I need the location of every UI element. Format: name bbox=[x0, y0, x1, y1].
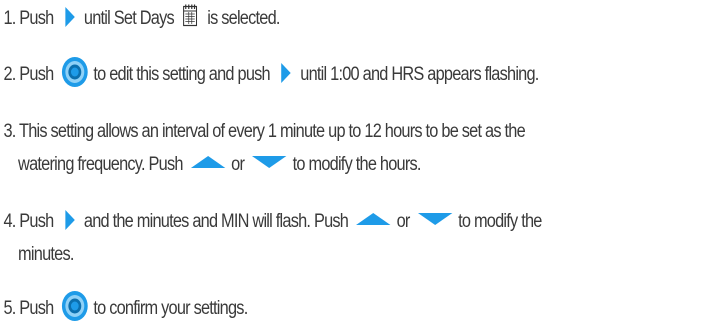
step-text: This setting allows an interval of every… bbox=[19, 121, 526, 142]
step-number: 2. bbox=[3, 64, 16, 85]
step-text: to edit this setting and push bbox=[93, 64, 270, 85]
step-text: is selected. bbox=[207, 8, 280, 29]
step-text: until 1:00 and HRS appears flashing. bbox=[300, 64, 539, 85]
step-text: minutes. bbox=[18, 244, 74, 265]
down-arrow-icon bbox=[251, 155, 287, 169]
step-1: 1. Push until Set Days is selected. bbox=[3, 2, 280, 35]
down-arrow-icon bbox=[417, 212, 453, 226]
right-arrow-icon bbox=[279, 62, 293, 84]
calendar-icon bbox=[181, 3, 198, 27]
dial-button-icon bbox=[61, 290, 89, 322]
step-text: watering frequency. Push bbox=[18, 154, 183, 175]
right-arrow-icon bbox=[62, 209, 76, 231]
step-3-line-2: watering frequency. Push or to modify th… bbox=[3, 148, 524, 181]
step-number: 3. bbox=[3, 121, 16, 142]
step-text: Push bbox=[19, 8, 54, 29]
step-text: Push bbox=[19, 298, 54, 319]
up-arrow-icon bbox=[355, 212, 391, 226]
up-arrow-icon bbox=[190, 155, 226, 169]
step-text: until Set Days bbox=[83, 8, 175, 29]
dial-button-icon bbox=[61, 56, 89, 88]
step-3: 3. This setting allows an interval of ev… bbox=[3, 115, 526, 181]
step-4: 4. Push and the minutes and MIN will fla… bbox=[3, 205, 542, 271]
step-text: to modify the hours. bbox=[292, 154, 422, 175]
step-text: Push bbox=[19, 211, 54, 232]
step-number: 1. bbox=[3, 8, 16, 29]
step-text: to modify the bbox=[458, 211, 542, 232]
step-number: 4. bbox=[3, 211, 16, 232]
step-text: Push bbox=[19, 64, 54, 85]
step-number: 5. bbox=[3, 298, 16, 319]
right-arrow-icon bbox=[62, 6, 76, 28]
step-text: to confirm your settings. bbox=[93, 298, 248, 319]
step-text: and the minutes and MIN will flash. Push bbox=[83, 211, 349, 232]
step-text: or bbox=[231, 154, 245, 175]
step-2: 2. Push to edit this setting and push un… bbox=[3, 56, 539, 91]
step-5: 5. Push to confirm your settings. bbox=[3, 290, 248, 325]
step-text: or bbox=[396, 211, 411, 232]
step-4-line-2: minutes. bbox=[3, 238, 541, 271]
